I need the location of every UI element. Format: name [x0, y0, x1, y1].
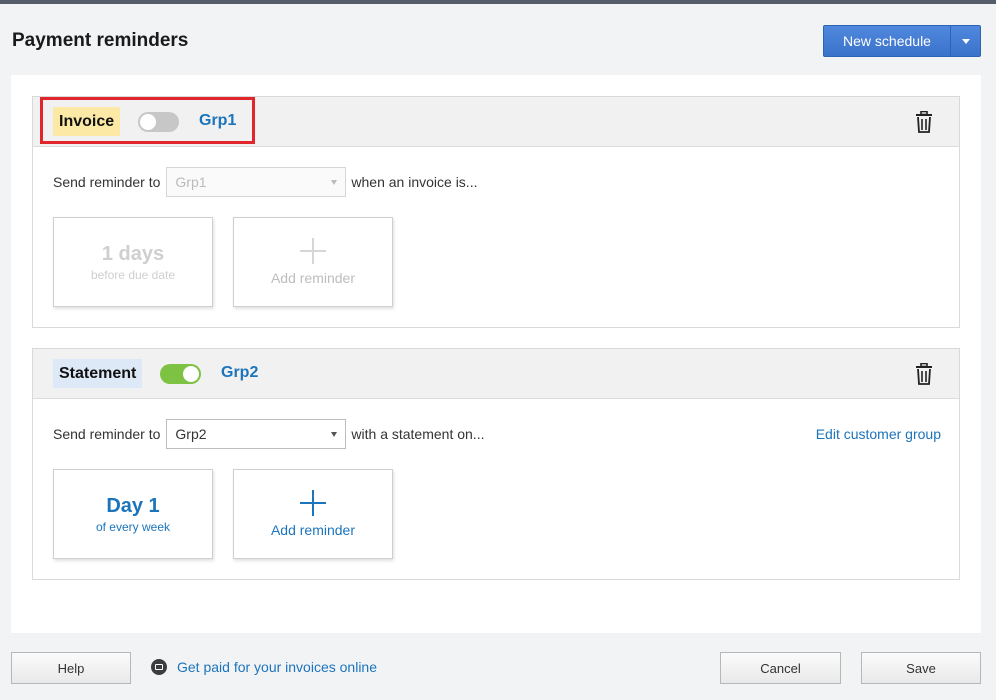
plus-icon — [300, 238, 326, 264]
schedule-type-label: Statement — [53, 359, 143, 388]
reminder-tile-caption: of every week — [95, 519, 171, 534]
schedule-type-label: Invoice — [53, 107, 121, 136]
plus-icon — [300, 490, 326, 516]
add-reminder-label: Add reminder — [270, 522, 356, 538]
new-schedule-split-button: New schedule — [823, 25, 981, 57]
schedule-card-statement: Statement Grp2 Send reminder to Grp2 wit… — [32, 348, 960, 580]
reminder-tile[interactable]: Day 1 of every week — [53, 469, 213, 559]
edit-customer-group-link[interactable]: Edit customer group — [816, 426, 941, 442]
reminder-tile-caption: before due date — [90, 267, 176, 282]
schedule-enabled-toggle[interactable] — [138, 112, 179, 132]
send-reminder-prefix: Send reminder to — [53, 426, 161, 442]
schedule-card-invoice: Invoice Grp1 Send reminder to Grp1 when … — [32, 96, 960, 328]
customer-group-link[interactable]: Grp1 — [199, 112, 236, 130]
schedules-panel: Invoice Grp1 Send reminder to Grp1 when … — [11, 75, 981, 633]
schedule-card-header: Statement Grp2 — [33, 349, 959, 399]
schedule-card-header: Invoice Grp1 — [33, 97, 959, 147]
customer-group-select[interactable]: Grp1 — [166, 167, 347, 197]
reminder-tile-value: 1 days — [101, 242, 165, 265]
chevron-down-icon — [331, 432, 338, 437]
chevron-down-icon — [961, 38, 970, 44]
add-reminder-label: Add reminder — [270, 270, 356, 286]
page-title: Payment reminders — [12, 30, 189, 51]
customer-group-link[interactable]: Grp2 — [221, 364, 258, 382]
chevron-down-icon — [331, 180, 338, 185]
add-reminder-button[interactable]: Add reminder — [233, 217, 393, 307]
send-reminder-row: Send reminder to Grp1 when an invoice is… — [53, 167, 941, 197]
get-paid-online-link[interactable]: Get paid for your invoices online — [151, 659, 377, 675]
reminder-tile[interactable]: 1 days before due date — [53, 217, 213, 307]
payment-icon — [151, 659, 167, 675]
get-paid-online-label: Get paid for your invoices online — [177, 659, 377, 675]
toggle-knob — [140, 114, 156, 130]
send-reminder-prefix: Send reminder to — [53, 174, 161, 190]
selected-group-value: Grp1 — [175, 174, 207, 190]
trash-icon[interactable] — [915, 111, 933, 133]
trash-icon[interactable] — [915, 363, 933, 385]
window-top-strip — [0, 0, 996, 4]
schedule-enabled-toggle[interactable] — [160, 364, 201, 384]
send-reminder-suffix: with a statement on... — [351, 426, 485, 442]
send-reminder-row: Send reminder to Grp2 with a statement o… — [53, 419, 941, 449]
new-schedule-dropdown-button[interactable] — [951, 26, 980, 56]
toggle-knob — [183, 366, 199, 382]
help-button[interactable]: Help — [11, 652, 131, 684]
new-schedule-button[interactable]: New schedule — [824, 26, 951, 56]
reminder-tile-value: Day 1 — [106, 494, 160, 517]
save-button[interactable]: Save — [861, 652, 981, 684]
add-reminder-button[interactable]: Add reminder — [233, 469, 393, 559]
cancel-button[interactable]: Cancel — [720, 652, 841, 684]
selected-group-value: Grp2 — [175, 426, 207, 442]
customer-group-select[interactable]: Grp2 — [166, 419, 347, 449]
send-reminder-suffix: when an invoice is... — [351, 174, 478, 190]
